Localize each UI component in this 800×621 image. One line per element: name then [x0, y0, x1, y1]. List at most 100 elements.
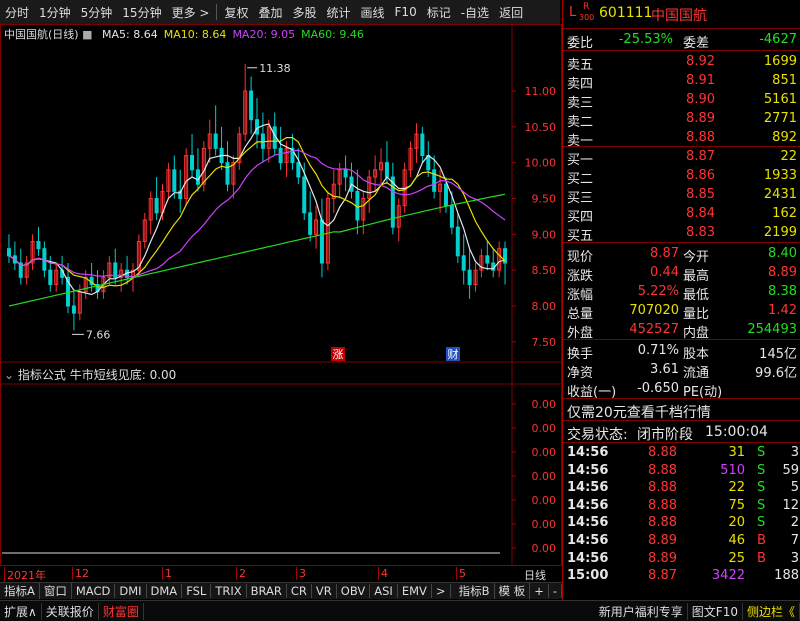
toolbar-item-3[interactable]: 15分钟	[117, 4, 166, 21]
bottom-right-2[interactable]: 侧边栏《	[743, 602, 800, 620]
indicator-tab-10[interactable]: OBV	[337, 584, 371, 598]
candle[interactable]	[30, 234, 35, 271]
candle[interactable]	[278, 126, 283, 170]
candle[interactable]	[325, 191, 330, 271]
candle[interactable]	[308, 191, 313, 242]
indicator-tab-2[interactable]: MACD	[72, 584, 116, 598]
bottom-right-1[interactable]: 图文F10	[688, 602, 743, 620]
toolbar-item-2[interactable]: 5分钟	[76, 4, 118, 21]
toolbar-item-9[interactable]: 画线	[356, 4, 390, 21]
collapse-icon[interactable]: ⌄	[4, 368, 14, 382]
candle[interactable]	[243, 63, 248, 142]
candle[interactable]	[95, 270, 100, 299]
candle[interactable]	[219, 126, 224, 170]
candle[interactable]	[455, 212, 460, 263]
kline-chart[interactable]: 11.00 10.50 10.00 9.50 9.00 8.50 8.00 7.50 0.00 0…	[0, 24, 562, 566]
indicator-tab-14[interactable]: 指标B	[455, 583, 495, 599]
candle[interactable]	[184, 148, 189, 206]
candle[interactable]	[479, 248, 484, 278]
candle[interactable]	[249, 76, 254, 134]
indicator-tab-1[interactable]: 窗口	[40, 583, 72, 599]
toolbar-item-7[interactable]: 多股	[287, 4, 321, 21]
indicator-tab-12[interactable]: EMV	[398, 584, 432, 598]
toolbar-item-12[interactable]: -自选	[456, 4, 494, 21]
chart-settings-icon[interactable]: ■	[82, 28, 92, 41]
bottom-left-1[interactable]: 关联报价	[42, 602, 99, 620]
candle[interactable]	[190, 134, 195, 177]
candle[interactable]	[142, 212, 147, 249]
candle[interactable]	[24, 255, 29, 285]
candle[interactable]	[503, 241, 508, 285]
event-marker[interactable]: 涨	[333, 348, 344, 361]
candle[interactable]	[473, 263, 478, 292]
candle[interactable]	[18, 248, 23, 285]
indicator-tab-6[interactable]: TRIX	[211, 584, 247, 598]
indicator-tab-15[interactable]: 模 板	[495, 583, 531, 599]
candle[interactable]	[343, 155, 348, 192]
toolbar-item-8[interactable]: 统计	[322, 4, 356, 21]
candle[interactable]	[319, 198, 324, 278]
candle[interactable]	[172, 155, 177, 199]
sub-indicator-legend[interactable]: ⌄ 指标公式 牛市短线见底: 0.00	[4, 366, 176, 383]
promo-link[interactable]: 仅需20元查看千档行情	[567, 402, 711, 422]
indicator-tab-7[interactable]: BRAR	[247, 584, 287, 598]
toolbar-item-13[interactable]: 返回	[494, 4, 528, 21]
candle[interactable]	[207, 119, 212, 163]
candle[interactable]	[54, 263, 59, 292]
candle[interactable]	[154, 177, 159, 220]
candle[interactable]	[6, 234, 11, 263]
candle[interactable]	[255, 98, 259, 149]
period-label[interactable]: 日线	[524, 567, 546, 583]
indicator-tab-16[interactable]: +	[530, 584, 549, 598]
candle[interactable]	[36, 227, 41, 256]
candle[interactable]	[349, 162, 354, 199]
candle[interactable]	[373, 155, 378, 192]
candle[interactable]	[414, 123, 419, 163]
candle[interactable]	[408, 141, 413, 177]
candle[interactable]	[379, 148, 384, 185]
candle[interactable]	[491, 248, 496, 278]
candle[interactable]	[225, 141, 230, 192]
candle[interactable]	[136, 234, 141, 278]
toolbar-item-10[interactable]: F10	[390, 5, 422, 19]
candle[interactable]	[260, 112, 265, 163]
stock-name[interactable]: 中国国航	[651, 5, 707, 25]
candle[interactable]	[213, 105, 218, 156]
candle[interactable]	[420, 126, 425, 163]
candle[interactable]	[485, 241, 490, 271]
candle[interactable]	[367, 169, 372, 213]
candle[interactable]	[390, 162, 395, 235]
indicator-tab-5[interactable]: FSL	[182, 584, 212, 598]
indicator-tab-0[interactable]: 指标A	[0, 583, 40, 599]
candle[interactable]	[231, 155, 236, 199]
indicator-tab-17[interactable]: -	[549, 584, 562, 598]
candle[interactable]	[296, 148, 301, 185]
toolbar-item-4[interactable]: 更多 >	[167, 4, 215, 21]
bottom-left-0[interactable]: 扩展∧	[0, 602, 42, 620]
candle[interactable]	[497, 241, 502, 278]
candle[interactable]	[396, 198, 401, 242]
candle[interactable]	[355, 169, 360, 235]
indicator-tab-9[interactable]: VR	[312, 584, 337, 598]
toolbar-item-6[interactable]: 叠加	[253, 4, 287, 21]
candle[interactable]	[71, 291, 76, 331]
indicator-tab-8[interactable]: CR	[287, 584, 312, 598]
event-marker[interactable]: 财	[448, 347, 459, 361]
candle[interactable]	[461, 234, 466, 285]
candle[interactable]	[12, 241, 17, 271]
candle[interactable]	[119, 263, 124, 292]
bottom-left-2[interactable]: 财富圈	[99, 602, 144, 620]
candle[interactable]	[361, 191, 366, 235]
candle[interactable]	[195, 148, 200, 192]
toolbar-item-0[interactable]: 分时	[0, 4, 34, 21]
candle[interactable]	[337, 162, 342, 199]
indicator-tab-11[interactable]: ASI	[370, 584, 398, 598]
indicator-tab-3[interactable]: DMI	[115, 584, 147, 598]
indicator-tab-4[interactable]: DMA	[147, 584, 183, 598]
toolbar-item-11[interactable]: 标记	[422, 4, 456, 21]
candle[interactable]	[314, 205, 319, 249]
candle[interactable]	[331, 169, 336, 213]
candle[interactable]	[237, 126, 242, 170]
toolbar-item-1[interactable]: 1分钟	[34, 4, 76, 21]
candle[interactable]	[166, 162, 171, 199]
